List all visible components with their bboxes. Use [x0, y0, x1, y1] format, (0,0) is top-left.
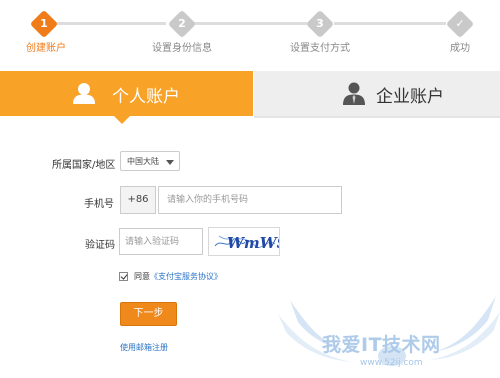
phone-country-code[interactable]: +86: [120, 186, 156, 214]
captcha-label: 验证码: [85, 240, 115, 251]
captcha-graphic: WmWS: [214, 234, 279, 252]
tab-personal-label: 个人账户: [112, 87, 180, 107]
captcha-input[interactable]: [119, 228, 203, 255]
step-2-marker: 2: [167, 9, 197, 39]
chevron-down-icon: [166, 160, 174, 165]
step-success-label: 成功: [450, 43, 470, 54]
progress-stepper: 1 2 3 ✓ 创建账户 设置身份信息 设置支付方式 成功: [0, 0, 500, 70]
step-1-label: 创建账户: [26, 43, 66, 54]
step-2-label: 设置身份信息: [152, 43, 212, 54]
country-label: 所属国家/地区: [52, 160, 116, 171]
agreement-text: 同意《支付宝服务协议》: [134, 271, 222, 282]
watermark-url: www.52ij.com: [360, 358, 423, 368]
tab-personal-account[interactable]: 个人账户: [0, 71, 253, 116]
phone-prefix-text: +86: [127, 194, 149, 205]
phone-input[interactable]: [158, 186, 342, 214]
captcha-image[interactable]: WmWS: [208, 227, 280, 256]
agreement-prefix: 同意: [134, 272, 150, 281]
active-tab-pointer: [114, 116, 130, 124]
step-1-marker: 1: [29, 9, 59, 39]
step-3-label: 设置支付方式: [290, 43, 350, 54]
watermark-text: 我爱IT技术网: [322, 334, 441, 356]
step-success-marker: ✓: [445, 9, 475, 39]
tab-enterprise-account[interactable]: 企业账户: [254, 71, 500, 118]
account-type-tabs: 个人账户 企业账户: [0, 71, 500, 124]
next-step-button[interactable]: 下一步: [120, 302, 177, 326]
step-3-marker: 3: [305, 9, 335, 39]
country-select[interactable]: 中国大陆: [120, 151, 180, 171]
check-icon: ✓: [455, 17, 465, 30]
agreement-checkbox[interactable]: [119, 272, 128, 281]
business-person-icon: [343, 82, 365, 105]
tab-enterprise-label: 企业账户: [376, 87, 444, 107]
service-agreement-link[interactable]: 《支付宝服务协议》: [150, 272, 222, 281]
country-value: 中国大陆: [127, 157, 159, 166]
phone-label: 手机号: [84, 199, 114, 210]
step-connector: [193, 22, 307, 25]
step-connector: [334, 22, 446, 25]
step-connector: [54, 22, 166, 25]
person-icon: [73, 83, 95, 104]
captcha-text: WmWS: [227, 234, 279, 252]
email-register-link[interactable]: 使用邮箱注册: [120, 342, 168, 353]
